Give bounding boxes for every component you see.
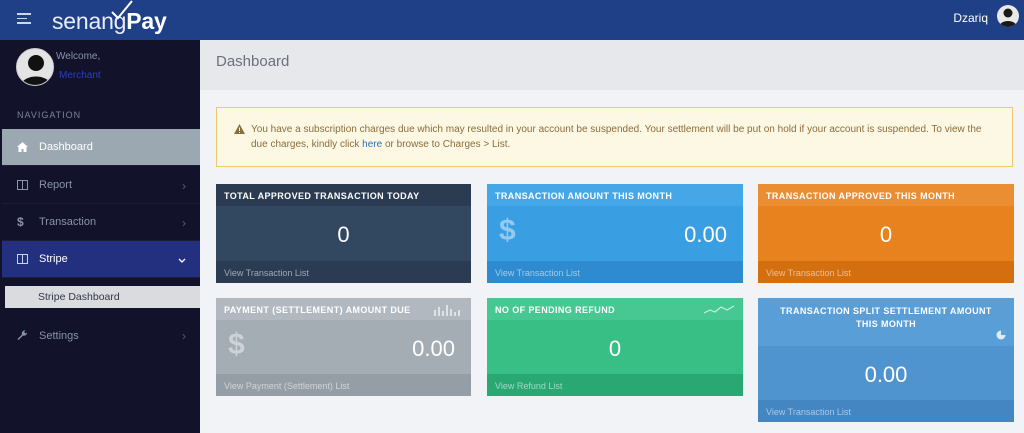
sidebar-item-stripe[interactable]: Stripe (2, 241, 200, 278)
nav-heading: NAVIGATION (17, 110, 82, 120)
card-title: TOTAL APPROVED TRANSACTION TODAY (216, 184, 471, 206)
user-avatar-icon (999, 8, 1017, 27)
alert-text: You have a subscription charges due whic… (251, 124, 982, 150)
welcome-panel: Welcome, Merchant (16, 48, 196, 88)
brand-logo[interactable]: senangPay (52, 0, 167, 36)
book-icon (17, 254, 39, 264)
card-title: TRANSACTION AMOUNT THIS MONTH (487, 184, 743, 206)
warning-icon (234, 124, 245, 134)
card-value: 0.00 (684, 222, 727, 247)
username[interactable]: Dzariq (953, 11, 988, 25)
sidebar-item-label: Stripe (39, 253, 68, 265)
dollar-icon: $ (499, 214, 516, 247)
card-footer-link[interactable]: View Transaction List (758, 400, 1014, 422)
book-icon (17, 180, 39, 190)
pie-chart-icon (996, 330, 1006, 340)
welcome-role: Merchant (59, 70, 101, 81)
card-value: 0.00 (412, 336, 455, 361)
line-chart-icon (703, 305, 735, 314)
chevron-right-icon: › (182, 216, 186, 230)
welcome-label: Welcome, (56, 51, 101, 62)
top-navbar: senangPay Dzariq (0, 0, 1024, 40)
sidebar-subitem-stripe-dashboard[interactable]: Stripe Dashboard (5, 286, 200, 308)
card-footer-link[interactable]: View Transaction List (758, 261, 1014, 283)
sidebar: Welcome, Merchant NAVIGATION Dashboard R… (0, 40, 200, 433)
subscription-alert: You have a subscription charges due whic… (216, 107, 1013, 167)
card-title: TRANSACTION SPLIT SETTLEMENT AMOUNT THIS… (758, 298, 1014, 346)
card-value: 0 (337, 222, 350, 247)
logo-checkmark-icon (111, 0, 133, 20)
sidebar-item-settings[interactable]: Settings › (2, 317, 200, 354)
card-footer-link[interactable]: View Transaction List (487, 261, 743, 283)
chevron-down-icon (178, 253, 186, 267)
wrench-icon (17, 330, 39, 341)
alert-here-link[interactable]: here (362, 139, 382, 150)
sidebar-item-label: Transaction (39, 216, 97, 228)
sidebar-item-dashboard[interactable]: Dashboard (2, 129, 200, 166)
page-header: Dashboard (200, 40, 1024, 90)
hamburger-menu-icon[interactable] (17, 13, 31, 25)
card-pending-refund: NO OF PENDING REFUND 0 View Refund List (487, 298, 743, 396)
card-footer-link[interactable]: View Payment (Settlement) List (216, 374, 471, 396)
sidebar-item-label: Report (39, 179, 73, 191)
user-avatar[interactable] (997, 5, 1019, 27)
chevron-right-icon: › (182, 179, 186, 193)
card-amount-this-month: TRANSACTION AMOUNT THIS MONTH $ 0.00 Vie… (487, 184, 743, 283)
card-approved-this-month: TRANSACTION APPROVED THIS MONTH 0 View T… (758, 184, 1014, 283)
bar-chart-icon (434, 305, 460, 316)
chevron-right-icon: › (182, 329, 186, 343)
alert-text-end: or browse to Charges > List. (382, 139, 511, 150)
page-title: Dashboard (216, 53, 290, 70)
dollar-icon: $ (228, 328, 245, 361)
sidebar-item-label: Settings (39, 329, 79, 342)
sidebar-item-transaction[interactable]: $ Transaction › (2, 204, 200, 241)
card-value: 0 (608, 336, 622, 361)
card-settlement-due: PAYMENT (SETTLEMENT) AMOUNT DUE $ 0.00 V… (216, 298, 471, 396)
dollar-icon: $ (17, 215, 24, 229)
card-title: TRANSACTION APPROVED THIS MONTH (758, 184, 1014, 206)
card-footer-link[interactable]: View Refund List (487, 374, 743, 396)
user-avatar-icon (20, 55, 52, 85)
sidebar-item-report[interactable]: Report › (2, 167, 200, 204)
sidebar-avatar (16, 48, 54, 86)
card-value: 0.00 (864, 362, 908, 387)
card-value: 0 (879, 222, 893, 247)
card-approved-today: TOTAL APPROVED TRANSACTION TODAY 0 View … (216, 184, 471, 283)
stripe-submenu: Stripe Dashboard (2, 278, 200, 316)
card-split-settlement: TRANSACTION SPLIT SETTLEMENT AMOUNT THIS… (758, 298, 1014, 422)
sidebar-item-label: Dashboard (39, 141, 93, 153)
card-footer-link[interactable]: View Transaction List (216, 261, 471, 283)
home-icon (17, 142, 39, 152)
